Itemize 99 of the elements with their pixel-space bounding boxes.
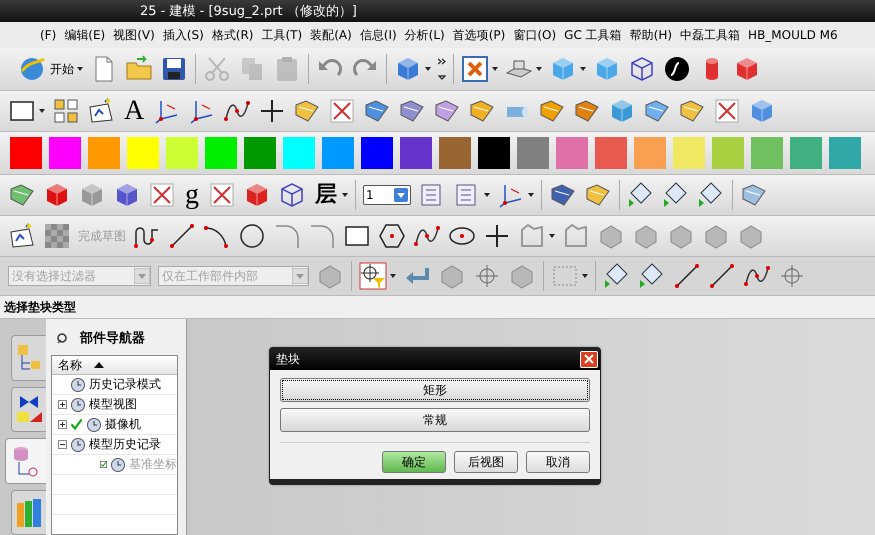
menu-item[interactable]: 装配(A): [310, 26, 352, 44]
caret-icon[interactable]: [528, 193, 534, 197]
color-swatch[interactable]: [790, 137, 822, 169]
caret-icon[interactable]: [580, 67, 586, 71]
menu-item[interactable]: (F): [40, 28, 56, 42]
menu-item[interactable]: 插入(S): [162, 26, 204, 44]
resource-tab[interactable]: [11, 386, 46, 432]
color-swatch[interactable]: [439, 137, 471, 169]
line-icon[interactable]: [708, 262, 736, 290]
line-icon[interactable]: [168, 222, 196, 250]
save-icon[interactable]: [160, 55, 188, 83]
caret-icon[interactable]: [425, 67, 431, 71]
dialog-button[interactable]: 后视图: [454, 451, 518, 473]
menu-item[interactable]: 编辑(E): [64, 26, 106, 44]
dialog-button[interactable]: 取消: [526, 451, 590, 473]
option-button[interactable]: 矩形: [280, 378, 590, 402]
close-button[interactable]: [580, 350, 598, 368]
sketch-icon[interactable]: [8, 222, 36, 250]
caret-icon[interactable]: [39, 109, 45, 113]
globe-icon: [18, 55, 46, 83]
color-swatch[interactable]: [556, 137, 588, 169]
menu-item[interactable]: 中磊工具箱: [680, 26, 740, 44]
resource-tab[interactable]: [11, 490, 46, 535]
more-icon[interactable]: [438, 57, 446, 81]
color-swatch[interactable]: [634, 137, 666, 169]
node-icon: [110, 456, 126, 472]
caret-icon[interactable]: [582, 274, 588, 278]
caret-icon[interactable]: [536, 67, 542, 71]
checker-icon[interactable]: [43, 222, 71, 250]
color-swatch[interactable]: [595, 137, 627, 169]
node-icon: [86, 416, 102, 432]
node-icon: [70, 376, 86, 392]
color-swatch[interactable]: [751, 137, 783, 169]
pin-icon[interactable]: [56, 332, 68, 344]
start-button[interactable]: 开始: [18, 55, 74, 83]
letter-g[interactable]: g: [183, 181, 201, 209]
color-swatch[interactable]: [49, 137, 81, 169]
crosshair-icon[interactable]: [473, 262, 501, 290]
check-icon[interactable]: [70, 418, 83, 431]
color-swatch[interactable]: [829, 137, 861, 169]
tree-item[interactable]: 摄像机: [52, 415, 177, 435]
color-swatch[interactable]: [361, 137, 393, 169]
node-icon: [70, 396, 86, 412]
caret-icon[interactable]: [549, 234, 555, 238]
menu-item[interactable]: 格式(R): [212, 26, 254, 44]
color-swatch[interactable]: [283, 137, 315, 169]
dialog-button[interactable]: 确定: [382, 451, 446, 473]
color-swatch[interactable]: [244, 137, 276, 169]
prompt-text: 选择垫块类型: [4, 298, 76, 316]
close-icon: [584, 354, 594, 364]
sort-icon: [94, 362, 104, 368]
point-icon[interactable]: [778, 262, 806, 290]
color-swatch[interactable]: [166, 137, 198, 169]
menu-item[interactable]: 帮助(H): [630, 26, 672, 44]
color-swatch[interactable]: [322, 137, 354, 169]
layer-dropdown[interactable]: 1: [363, 185, 411, 205]
node-icon: [70, 436, 86, 452]
plus-icon[interactable]: [483, 222, 511, 250]
option-button[interactable]: 常规: [280, 408, 590, 432]
caret-icon[interactable]: [342, 193, 348, 197]
menu-item[interactable]: 视图(V): [113, 26, 155, 44]
window-title: 25 - 建模 - [9sug_2.prt （修改的）]: [140, 3, 357, 20]
line-icon[interactable]: [673, 262, 701, 290]
layer-label[interactable]: 层: [313, 184, 339, 206]
fit-view-icon[interactable]: [461, 55, 489, 83]
menu-item[interactable]: 分析(L): [404, 26, 445, 44]
column-header[interactable]: 名称: [52, 356, 177, 375]
navigator-title: 部件导航器: [80, 330, 145, 347]
hexagon-icon[interactable]: [378, 222, 406, 250]
caret-icon[interactable]: [492, 67, 498, 71]
color-swatch[interactable]: [400, 137, 432, 169]
caret-icon[interactable]: [484, 193, 490, 197]
color-swatch[interactable]: [10, 137, 42, 169]
sketch-icon[interactable]: [87, 97, 115, 125]
tree-item[interactable]: 模型视图: [52, 395, 177, 415]
filter-icon[interactable]: [359, 262, 387, 290]
menu-item[interactable]: HB_MOULD M6: [748, 28, 838, 42]
expand-icon[interactable]: [58, 400, 67, 409]
dialog-title: 垫块: [276, 350, 300, 368]
color-swatch[interactable]: [88, 137, 120, 169]
circle-icon[interactable]: [238, 222, 266, 250]
menu-item[interactable]: 工具(T): [261, 26, 302, 44]
caret-icon[interactable]: [390, 274, 396, 278]
color-swatch[interactable]: [712, 137, 744, 169]
tree-item[interactable]: 模型历史记录: [52, 435, 177, 455]
color-swatch[interactable]: [205, 137, 237, 169]
menu-item[interactable]: 首选项(P): [452, 26, 506, 44]
tree-item[interactable]: 历史记录模式: [52, 375, 177, 395]
menu-item[interactable]: 信息(I): [360, 26, 397, 44]
color-swatch[interactable]: [127, 137, 159, 169]
expand-icon[interactable]: [58, 420, 67, 429]
color-swatch[interactable]: [517, 137, 549, 169]
resource-tab[interactable]: [5, 438, 46, 484]
collapse-icon[interactable]: [58, 440, 67, 449]
caret-icon[interactable]: [77, 67, 83, 71]
color-swatch[interactable]: [478, 137, 510, 169]
menu-item[interactable]: 窗口(O): [513, 26, 556, 44]
color-swatch[interactable]: [673, 137, 705, 169]
menu-item[interactable]: GC 工具箱: [564, 26, 622, 44]
